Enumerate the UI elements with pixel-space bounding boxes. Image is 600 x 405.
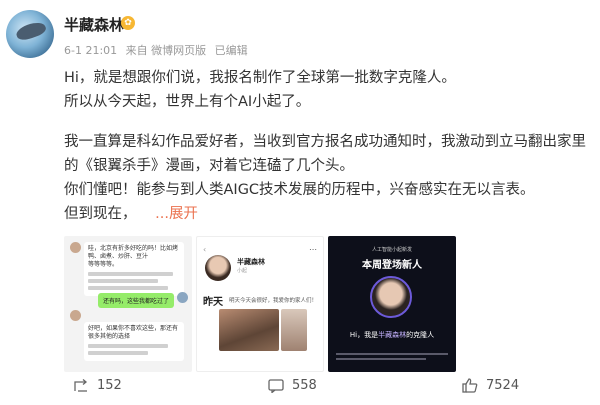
post-content: Hi，就是想跟你们说，我报名制作了全球第一批数字克隆人。 所以从今天起，世界上有… <box>64 66 586 226</box>
chat-bubble: 哇，北京有折多好吃的吗！比如烤鸭、卤煮、炒肝、豆汁 等等等等。 <box>84 242 184 296</box>
edited-label[interactable]: 已编辑 <box>215 44 248 57</box>
announce-caption: Hi，我是半藏森林的克隆人 <box>328 330 456 340</box>
comment-count: 558 <box>292 378 317 393</box>
weibo-post: 半藏森林 ✿ 6-1 21:01 来自 微博网页版 已编辑 Hi，就是想跟你们说… <box>0 0 600 405</box>
like-button[interactable]: 7524 <box>462 378 519 393</box>
profile-screenshot-image[interactable]: ‹ ⋯ 半藏森林 小起 昨天 明天今天会很好，我爱你的家人们！ <box>196 236 324 372</box>
announce-footnote-lines <box>336 350 448 363</box>
username[interactable]: 半藏森林 <box>64 14 124 35</box>
like-count: 7524 <box>486 378 520 393</box>
content-line: 你们懂吧！能参与到人类AIGC技术发展的历程中，兴奋感实在无以言表。 <box>64 182 535 198</box>
chat-screenshot-image[interactable]: 哇，北京有折多好吃的吗！比如烤鸭、卤煮、炒肝、豆汁 等等等等。 还有吗，这些我都… <box>64 236 192 372</box>
post-time[interactable]: 6-1 21:01 <box>64 44 117 57</box>
content-line-last: 但到现在， ...展开 <box>64 202 584 226</box>
chat-text: 好吧，如果你不喜欢这些，那还有很多其他的选择 <box>88 325 179 340</box>
repost-button[interactable]: 152 <box>73 378 122 393</box>
chat-text-lines <box>88 344 180 355</box>
content-line: 但到现在， <box>64 206 137 222</box>
content-line: 我一直算是科幻作品爱好者，当收到官方报名成功通知时，我激动到立马翻出家里 <box>64 134 586 150</box>
announce-title: 本周登场新人 <box>362 260 422 271</box>
caption-post: 的克隆人 <box>406 331 435 339</box>
announce-small-text: 人工智能小起新发 <box>371 247 412 253</box>
post-source: 来自 微博网页版 <box>125 44 207 57</box>
announcement-image[interactable]: 人工智能小起新发 本周登场新人 Hi，我是半藏森林的克隆人 <box>328 236 456 372</box>
profile-day-label: 昨天 <box>203 297 223 308</box>
content-line: 的《银翼杀手》漫画，对着它连磕了几个头。 <box>64 158 354 174</box>
comment-icon <box>268 378 284 393</box>
ellipsis: ... <box>155 206 169 222</box>
profile-sub: 小起 <box>237 268 248 274</box>
profile-name: 半藏森林 <box>237 258 265 266</box>
clone-portrait <box>370 276 412 318</box>
group-photo <box>219 309 279 351</box>
chat-reply-bubble: 还有吗，这些我都吃过了 <box>97 293 174 308</box>
chat-text-lines <box>88 272 180 290</box>
chat-bubble: 好吧，如果你不喜欢这些，那还有很多其他的选择 <box>84 322 184 361</box>
image-gallery: 哇，北京有折多好吃的吗！比如烤鸭、卤煮、炒肝、豆汁 等等等等。 还有吗，这些我都… <box>64 236 456 372</box>
action-bar: 152 558 7524 <box>0 370 600 405</box>
content-line: 所以从今天起，世界上有个AI小起了。 <box>64 94 311 110</box>
thumbs-up-icon <box>462 378 478 393</box>
caption-highlight: 半藏森林 <box>378 331 407 339</box>
repost-icon <box>74 378 88 392</box>
vip-badge-icon: ✿ <box>121 16 135 30</box>
dolphin-graphic <box>14 19 48 43</box>
post-meta: 6-1 21:01 来自 微博网页版 已编辑 <box>64 42 253 58</box>
comment-button[interactable]: 558 <box>268 378 317 393</box>
expand-label: 展开 <box>168 206 198 222</box>
chat-avatar-self <box>177 292 188 303</box>
caption-pre: Hi，我是 <box>349 331 379 339</box>
more-icon: ⋯ <box>309 245 317 254</box>
repost-count: 152 <box>97 378 122 393</box>
profile-avatar <box>205 255 231 281</box>
profile-post-text: 明天今天会很好，我爱你的家人们！ <box>229 298 318 304</box>
expand-link[interactable]: ...展开 <box>155 206 198 222</box>
back-icon: ‹ <box>203 245 207 254</box>
user-avatar[interactable] <box>6 10 54 58</box>
chat-avatar <box>70 242 81 253</box>
chat-text: 等等等等。 <box>88 261 119 268</box>
side-photo <box>281 309 307 351</box>
content-line: Hi，就是想跟你们说，我报名制作了全球第一批数字克隆人。 <box>64 70 456 86</box>
chat-text: 哇，北京有折多好吃的吗！比如烤鸭、卤煮、炒肝、豆汁 <box>88 245 179 260</box>
chat-avatar <box>70 310 81 321</box>
